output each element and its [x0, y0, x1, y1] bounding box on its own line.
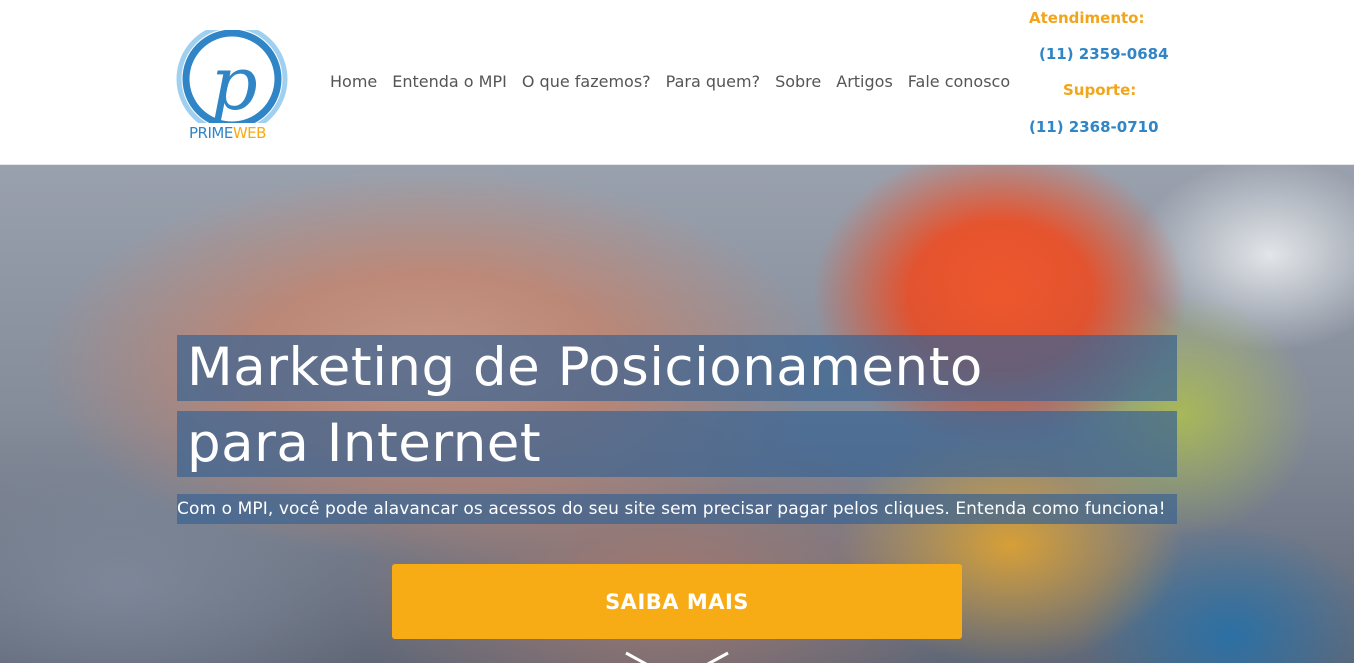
saiba-mais-button[interactable]: SAIBA MAIS	[392, 564, 962, 639]
logo-letter: p	[210, 41, 257, 127]
chevron-down-icon[interactable]	[622, 651, 732, 663]
hero-banner: Marketing de Posicionamento para Interne…	[0, 165, 1354, 663]
attendance-label: Atendimento:	[1029, 9, 1145, 27]
nav-para-quem[interactable]: Para quem?	[666, 72, 760, 91]
main-nav: Home Entenda o MPI O que fazemos? Para q…	[330, 72, 1025, 91]
hero-title-line-2: para Internet	[177, 411, 1177, 477]
contact-info: Atendimento: (11) 2359-0684 Suporte: (11…	[1010, 0, 1170, 164]
svg-text:PRIMEWEB: PRIMEWEB	[189, 124, 266, 142]
nav-home[interactable]: Home	[330, 72, 377, 91]
support-label: Suporte:	[1063, 81, 1137, 99]
nav-fale-conosco[interactable]: Fale conosco	[908, 72, 1010, 91]
site-header: p PRIMEWEB Home Entenda o MPI O que faze…	[0, 0, 1354, 165]
attendance-phone[interactable]: (11) 2359-0684	[1039, 45, 1169, 63]
nav-entenda-o-mpi[interactable]: Entenda o MPI	[392, 72, 507, 91]
hero-title-line-1: Marketing de Posicionamento	[177, 335, 1177, 401]
primeweb-logo[interactable]: p PRIMEWEB	[174, 30, 292, 148]
nav-o-que-fazemos[interactable]: O que fazemos?	[522, 72, 651, 91]
logo-text-prime: PRIME	[189, 124, 233, 142]
nav-artigos[interactable]: Artigos	[836, 72, 893, 91]
hero-subtitle: Com o MPI, você pode alavancar os acesso…	[177, 494, 1177, 524]
support-phone[interactable]: (11) 2368-0710	[1029, 118, 1159, 136]
logo-text-web: WEB	[233, 124, 266, 142]
logo-mark: p PRIMEWEB	[176, 30, 288, 142]
nav-sobre[interactable]: Sobre	[775, 72, 821, 91]
